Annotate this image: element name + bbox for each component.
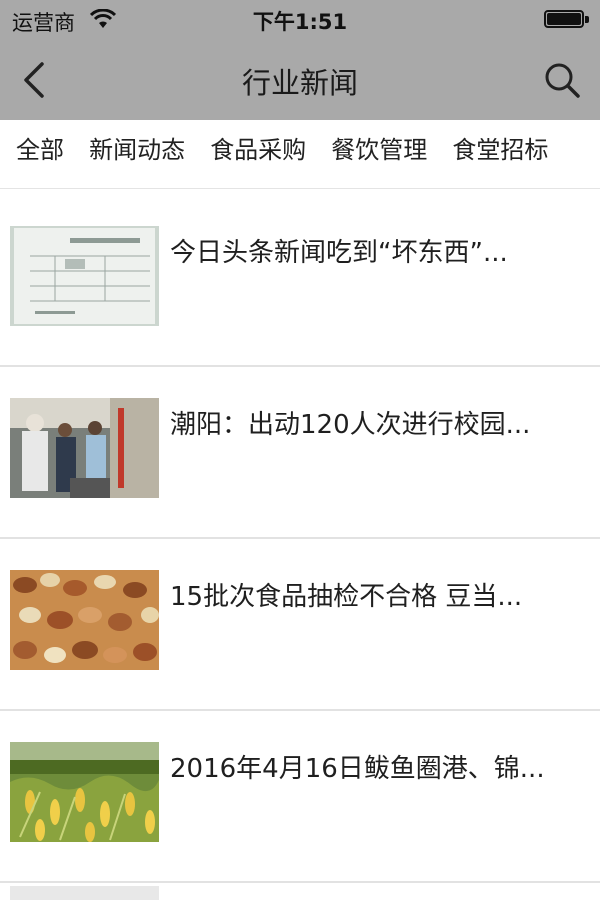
search-icon[interactable] <box>542 60 582 100</box>
page-title: 行业新闻 <box>241 66 358 100</box>
news-title: 潮阳：出动120人次进行校园... <box>170 410 531 440</box>
tab-all[interactable]: 全部 <box>16 120 64 180</box>
list-item-thumbnail <box>10 886 159 900</box>
news-title: 今日头条新闻吃到“坏东西”... <box>170 238 508 268</box>
status-bar: 运营商 下午1:51 <box>0 0 600 40</box>
news-title: 15批次食品抽检不合格 豆当... <box>170 582 523 612</box>
tab-news-updates[interactable]: 新闻动态 <box>89 120 185 180</box>
list-item[interactable]: 2016年4月16日鲅鱼圈港、锦... <box>0 711 600 883</box>
tab-canteen-bidding[interactable]: 食堂招标 <box>452 120 548 180</box>
category-tabs: 全部 新闻动态 食品采购 餐饮管理 食堂招标 <box>0 120 600 189</box>
list-item[interactable]: 15批次食品抽检不合格 豆当... <box>0 539 600 711</box>
document-photo <box>10 226 159 326</box>
news-list: 今日头条新闻吃到“坏东西”... 潮阳：出动120人次进行校园... 15批次食… <box>0 195 600 883</box>
list-item[interactable]: 潮阳：出动120人次进行校园... <box>0 367 600 539</box>
nuts-photo <box>10 570 159 670</box>
corn-field-photo <box>10 742 159 842</box>
status-time: 下午1:51 <box>252 10 348 34</box>
list-item[interactable]: 今日头条新闻吃到“坏东西”... <box>0 195 600 367</box>
news-title: 2016年4月16日鲅鱼圈港、锦... <box>170 754 545 784</box>
tab-food-procurement[interactable]: 食品采购 <box>210 120 306 180</box>
inspection-photo <box>10 398 159 498</box>
tab-catering-management[interactable]: 餐饮管理 <box>331 120 427 180</box>
battery-icon <box>544 10 590 30</box>
navigation-bar: 行业新闻 <box>0 40 600 120</box>
